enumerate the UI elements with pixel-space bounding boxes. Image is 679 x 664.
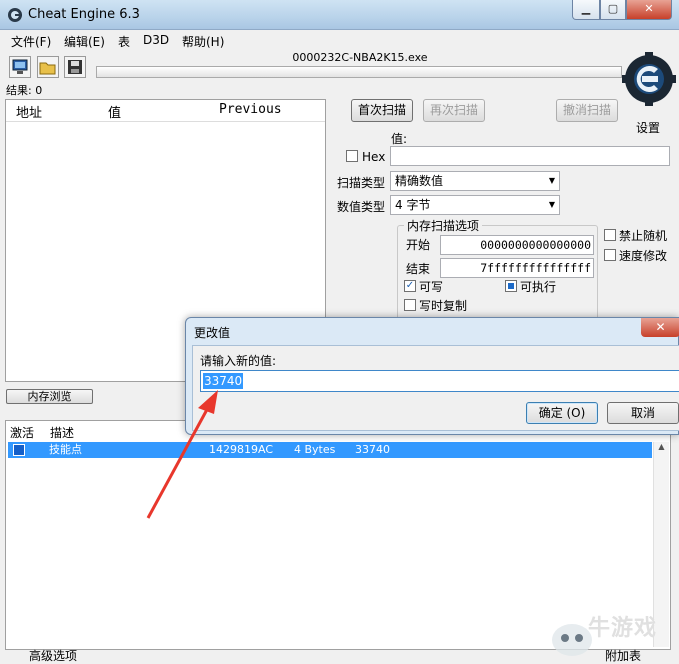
value-label: 值: — [391, 132, 408, 146]
row-value: 33740 — [355, 443, 390, 456]
menu-edit[interactable]: 编辑(E) — [64, 33, 105, 50]
scroll-up-icon[interactable]: ▲ — [654, 442, 669, 456]
save-button[interactable] — [64, 56, 86, 78]
column-active[interactable]: 激活 — [10, 424, 34, 441]
cheat-engine-icon — [8, 8, 22, 22]
change-value-dialog: 更改值 ✕ 请输入新的值: 33740 确定 (O) 取消 — [185, 317, 679, 435]
scan-progress-bar — [96, 66, 622, 78]
process-name: 0000232C-NBA2K15.exe — [292, 51, 428, 64]
writable-checkbox[interactable]: ✓ — [404, 280, 416, 292]
scan-type-label: 扫描类型 — [337, 176, 386, 190]
close-button[interactable]: ✕ — [626, 0, 672, 20]
column-previous[interactable]: Previous — [219, 102, 282, 117]
memory-scan-options-title: 内存扫描选项 — [404, 217, 483, 234]
header-divider — [6, 121, 325, 122]
row-type: 4 Bytes — [294, 443, 336, 456]
cheat-engine-logo[interactable] — [620, 52, 678, 118]
undo-scan-button[interactable]: 撤消扫描 — [556, 99, 618, 122]
dialog-title: 更改值 — [194, 326, 231, 340]
value-type-label: 数值类型 — [337, 200, 386, 214]
first-scan-button[interactable]: 首次扫描 — [351, 99, 413, 122]
new-value-input[interactable]: 33740 — [200, 370, 679, 392]
disable-random-label: 禁止随机 — [619, 229, 668, 243]
copy-on-write-checkbox[interactable] — [404, 299, 416, 311]
title-bar: Cheat Engine 6.3 ▁ ▢ ✕ — [0, 0, 679, 30]
computer-icon — [12, 59, 28, 74]
floppy-disk-icon — [68, 60, 82, 74]
folder-open-icon — [39, 62, 56, 75]
minimize-button[interactable]: ▁ — [572, 0, 600, 20]
start-address-label: 开始 — [406, 238, 431, 252]
copy-on-write-label: 写时复制 — [419, 299, 468, 313]
ok-button[interactable]: 确定 (O) — [526, 402, 598, 424]
next-scan-button[interactable]: 再次扫描 — [423, 99, 485, 122]
dialog-prompt: 请输入新的值: — [200, 354, 277, 368]
annotation-arrow-icon — [146, 390, 218, 519]
dialog-body: 请输入新的值: 33740 确定 (O) 取消 — [192, 345, 679, 431]
results-count: 结果: 0 — [6, 84, 43, 97]
column-value[interactable]: 值 — [108, 102, 121, 121]
hex-checkbox[interactable] — [346, 150, 358, 162]
menu-d3d[interactable]: D3D — [143, 33, 169, 47]
value-type-select[interactable]: 4 字节 — [390, 195, 560, 215]
hex-label: Hex — [362, 150, 386, 164]
menu-bar: 文件(F) 编辑(E) 表 D3D 帮助(H) — [0, 30, 679, 50]
menu-file[interactable]: 文件(F) — [11, 33, 51, 50]
open-file-button[interactable] — [37, 56, 59, 78]
executable-label: 可执行 — [520, 280, 557, 294]
table-row[interactable]: 技能点 1429819AC 4 Bytes 33740 — [8, 442, 652, 458]
start-address-input[interactable]: 0000000000000000 — [440, 235, 594, 255]
menu-table[interactable]: 表 — [118, 33, 130, 50]
window-title: Cheat Engine 6.3 — [28, 7, 140, 22]
end-address-input[interactable]: 7fffffffffffffff — [440, 258, 594, 278]
row-description: 技能点 — [49, 443, 82, 456]
new-value-text: 33740 — [203, 373, 244, 389]
end-address-label: 结束 — [406, 262, 431, 276]
memory-view-button[interactable]: 内存浏览 — [6, 389, 93, 404]
dialog-close-button[interactable]: ✕ — [641, 318, 679, 337]
writable-label: 可写 — [419, 280, 444, 294]
speedhack-label: 速度修改 — [619, 249, 668, 263]
settings-link[interactable]: 设置 — [636, 119, 660, 136]
scan-value-input[interactable] — [390, 146, 670, 166]
executable-checkbox[interactable] — [505, 280, 517, 292]
scan-type-select[interactable]: 精确数值 — [390, 171, 560, 191]
column-description[interactable]: 描述 — [50, 424, 74, 441]
speedhack-checkbox[interactable] — [604, 249, 616, 261]
cancel-button[interactable]: 取消 — [607, 402, 679, 424]
column-address[interactable]: 地址 — [16, 102, 42, 121]
select-process-button[interactable] — [9, 56, 31, 78]
maximize-button[interactable]: ▢ — [600, 0, 626, 20]
disable-random-checkbox[interactable] — [604, 229, 616, 241]
watermark-text: 牛游戏 — [588, 616, 658, 641]
row-active-checkbox[interactable] — [13, 444, 25, 456]
advanced-options-link[interactable]: 高级选项 — [29, 647, 77, 664]
menu-help[interactable]: 帮助(H) — [182, 33, 224, 50]
